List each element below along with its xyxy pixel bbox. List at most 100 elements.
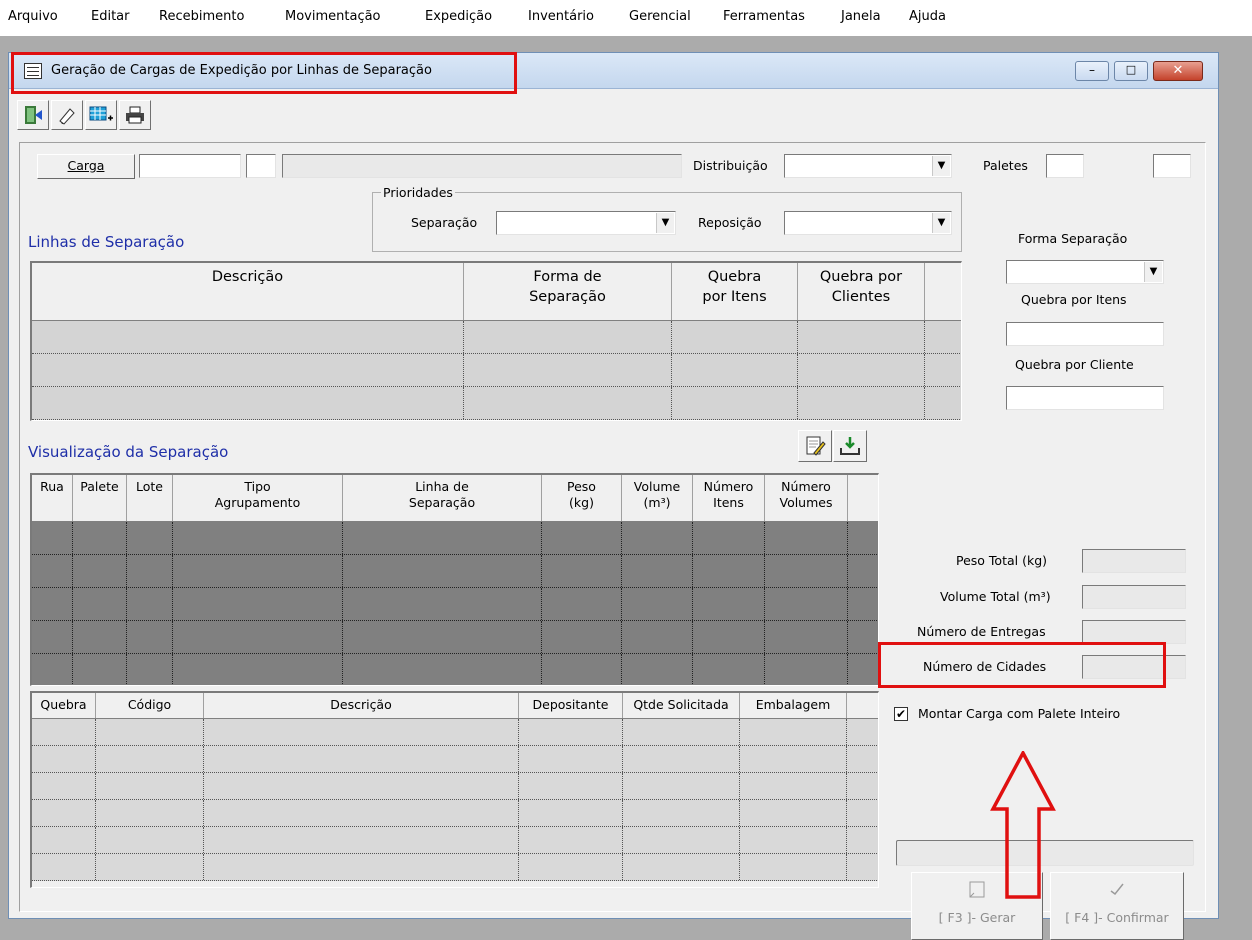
table-row[interactable] xyxy=(32,827,878,854)
main-panel: Carga Distribuição ▼ Paletes Prioridades… xyxy=(19,142,1206,940)
table-row[interactable] xyxy=(32,387,961,420)
confirmar-button[interactable]: [ F4 ]- Confirmar xyxy=(1050,872,1184,940)
add-grid-icon[interactable] xyxy=(85,100,117,130)
col-numero-volumes[interactable]: Número Volumes xyxy=(765,475,848,521)
quebra-cliente-input[interactable] xyxy=(1006,386,1164,410)
printer-icon[interactable] xyxy=(119,100,151,130)
exit-door-icon[interactable] xyxy=(17,100,49,130)
chevron-down-icon: ▼ xyxy=(1144,262,1162,282)
col-qtde-solicitada[interactable]: Qtde Solicitada xyxy=(623,693,740,718)
numero-entregas-field xyxy=(1082,620,1186,644)
reposicao-select[interactable]: ▼ xyxy=(784,211,952,235)
minimize-button[interactable]: – xyxy=(1075,61,1109,81)
col-depositante[interactable]: Depositante xyxy=(519,693,623,718)
confirmar-label: [ F4 ]- Confirmar xyxy=(1065,910,1169,925)
table-row[interactable] xyxy=(32,800,878,827)
detalhe-grid-header: Quebra Código Descrição Depositante Qtde… xyxy=(32,693,878,719)
col-peso[interactable]: Peso (kg) xyxy=(542,475,622,521)
table-row[interactable] xyxy=(32,555,878,588)
col-lote[interactable]: Lote xyxy=(127,475,173,521)
chevron-down-icon: ▼ xyxy=(932,213,950,233)
montar-carga-label[interactable]: Montar Carga com Palete Inteiro xyxy=(918,706,1120,721)
close-button[interactable]: ✕ xyxy=(1153,61,1203,81)
carga-input[interactable] xyxy=(139,154,241,178)
paletes-input[interactable] xyxy=(1046,154,1084,178)
col-quebra[interactable]: Quebra xyxy=(32,693,96,718)
linhas-title: Linhas de Separação xyxy=(28,233,185,251)
col-linha-separacao[interactable]: Linha de Separação xyxy=(343,475,542,521)
table-row[interactable] xyxy=(32,354,961,387)
visualizacao-title: Visualização da Separação xyxy=(28,443,229,461)
col-embalagem[interactable]: Embalagem xyxy=(740,693,847,718)
menu-ajuda[interactable]: Ajuda xyxy=(909,9,946,24)
col-quebra-clientes[interactable]: Quebra por Clientes xyxy=(798,263,925,320)
child-window: Geração de Cargas de Expedição por Linha… xyxy=(8,52,1219,940)
gerar-icon xyxy=(969,881,985,898)
table-row[interactable] xyxy=(32,773,878,800)
eraser-icon[interactable] xyxy=(51,100,83,130)
edit-document-icon[interactable] xyxy=(798,430,832,462)
linhas-grid[interactable]: Descrição Forma de Separação Quebra por … xyxy=(30,261,962,421)
table-row[interactable] xyxy=(32,854,878,881)
separacao-label: Separação xyxy=(411,215,478,230)
table-row[interactable] xyxy=(32,321,961,354)
paletes-extra-input[interactable] xyxy=(1153,154,1191,178)
quebra-cliente-label: Quebra por Cliente xyxy=(1015,357,1134,372)
carga-button[interactable]: Carga xyxy=(37,154,135,179)
menu-bar: Arquivo Editar Recebimento Movimentação … xyxy=(0,0,1252,36)
separacao-select[interactable]: ▼ xyxy=(496,211,676,235)
col-descricao-item[interactable]: Descrição xyxy=(204,693,519,718)
distribuicao-select[interactable]: ▼ xyxy=(784,154,952,178)
col-forma-separacao[interactable]: Forma de Separação xyxy=(464,263,672,320)
col-rua[interactable]: Rua xyxy=(32,475,73,521)
peso-total-field xyxy=(1082,549,1186,573)
carga-description-field xyxy=(282,154,682,178)
table-row[interactable] xyxy=(32,746,878,773)
detalhe-grid[interactable]: Quebra Código Descrição Depositante Qtde… xyxy=(30,691,879,888)
volume-total-field xyxy=(1082,585,1186,609)
col-tipo-agrupamento[interactable]: Tipo Agrupamento xyxy=(173,475,343,521)
table-row[interactable] xyxy=(32,522,878,555)
linhas-grid-header: Descrição Forma de Separação Quebra por … xyxy=(32,263,961,321)
annotation-arrow-icon xyxy=(990,751,1056,899)
visualizacao-grid[interactable]: Rua Palete Lote Tipo Agrupamento Linha d… xyxy=(30,473,879,686)
menu-inventario[interactable]: Inventário xyxy=(528,9,594,24)
export-tray-icon[interactable] xyxy=(833,430,867,462)
chevron-down-icon: ▼ xyxy=(932,156,950,176)
check-icon xyxy=(1110,883,1124,896)
forma-separacao-select[interactable]: ▼ xyxy=(1006,260,1164,284)
reposicao-label: Reposição xyxy=(698,215,762,230)
col-volume[interactable]: Volume (m³) xyxy=(622,475,693,521)
table-row[interactable] xyxy=(32,588,878,621)
menu-gerencial[interactable]: Gerencial xyxy=(629,9,691,24)
table-row[interactable] xyxy=(32,719,878,746)
col-quebra-itens[interactable]: Quebra por Itens xyxy=(672,263,798,320)
montar-carga-checkbox[interactable]: ✔ xyxy=(894,707,908,721)
menu-recebimento[interactable]: Recebimento xyxy=(159,9,244,24)
title-highlight-box xyxy=(11,52,517,94)
menu-expedicao[interactable]: Expedição xyxy=(425,9,492,24)
quebra-itens-label: Quebra por Itens xyxy=(1021,292,1127,307)
col-numero-itens[interactable]: Número Itens xyxy=(693,475,765,521)
paletes-label: Paletes xyxy=(983,158,1028,173)
checkbox-highlight-box xyxy=(878,642,1166,688)
gerar-label: [ F3 ]- Gerar xyxy=(938,910,1016,925)
chevron-down-icon: ▼ xyxy=(656,213,674,233)
menu-editar[interactable]: Editar xyxy=(91,9,130,24)
menu-movimentacao[interactable]: Movimentação xyxy=(285,9,381,24)
numero-entregas-label: Número de Entregas xyxy=(917,624,1046,639)
menu-janela[interactable]: Janela xyxy=(841,9,881,24)
quebra-itens-input[interactable] xyxy=(1006,322,1164,346)
menu-ferramentas[interactable]: Ferramentas xyxy=(723,9,805,24)
menu-arquivo[interactable]: Arquivo xyxy=(8,9,58,24)
table-row[interactable] xyxy=(32,654,878,685)
carga-code-input[interactable] xyxy=(246,154,276,178)
col-palete[interactable]: Palete xyxy=(73,475,127,521)
maximize-button[interactable]: □ xyxy=(1114,61,1148,81)
table-row[interactable] xyxy=(32,621,878,654)
visualizacao-grid-header: Rua Palete Lote Tipo Agrupamento Linha d… xyxy=(32,475,878,522)
forma-separacao-label: Forma Separação xyxy=(1018,231,1128,246)
col-descricao[interactable]: Descrição xyxy=(32,263,464,320)
prioridades-label: Prioridades xyxy=(381,185,455,200)
col-codigo[interactable]: Código xyxy=(96,693,204,718)
